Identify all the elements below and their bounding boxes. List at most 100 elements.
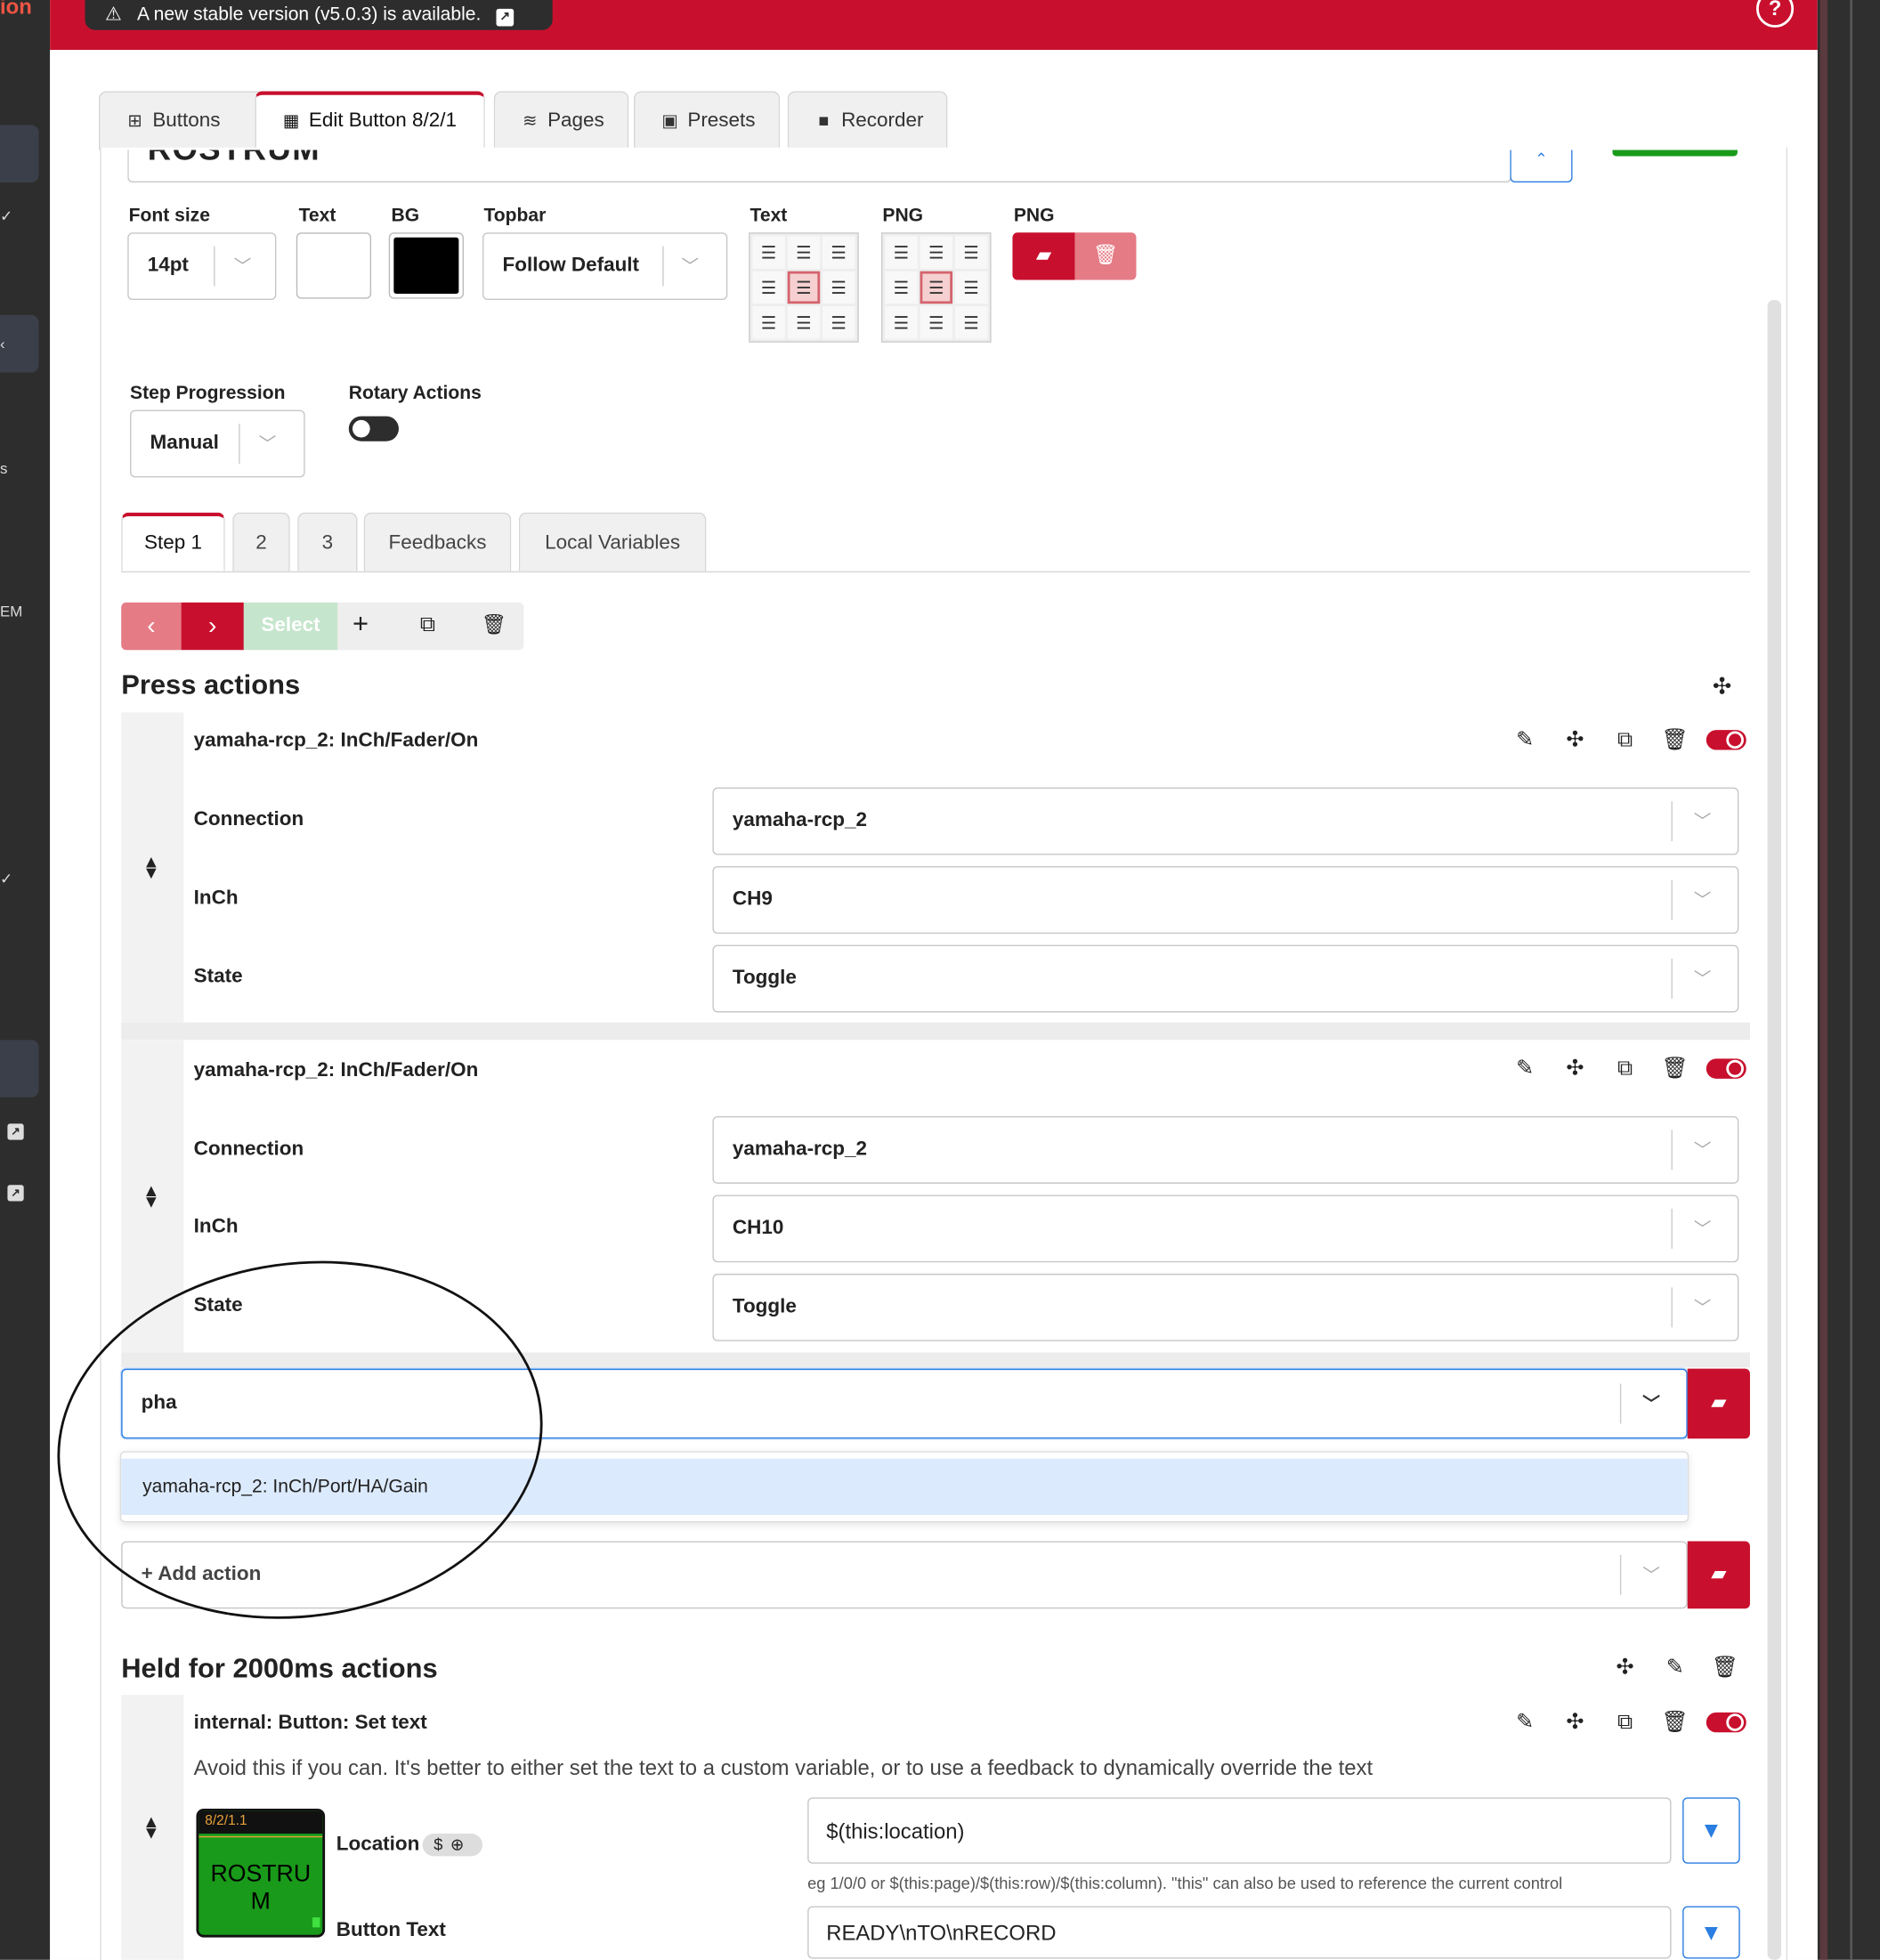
drag-handle[interactable]: ▲ ▼ [121, 1695, 184, 1960]
bg-color-swatch[interactable] [388, 232, 464, 299]
align-left-icon[interactable]: ☰ [885, 271, 918, 304]
action-enabled-toggle[interactable] [1706, 730, 1746, 750]
tab-recorder[interactable]: ■ Recorder [787, 91, 948, 150]
png-alignment-grid[interactable]: ☰ ☰ ☰ ☰ ☰ ☰ ☰ ☰ ☰ [880, 232, 992, 343]
pencil-icon[interactable]: ✎ [1500, 727, 1550, 752]
tab-pages[interactable]: ≋ Pages [493, 91, 629, 150]
tab-presets[interactable]: ▣ Presets [633, 91, 781, 150]
collapse-all-icon[interactable]: ✣ [1713, 674, 1731, 700]
align-center-icon[interactable]: ☰ [920, 306, 953, 339]
location-input[interactable]: $(this:location) [807, 1797, 1672, 1864]
align-right-icon[interactable]: ☰ [822, 236, 855, 269]
topbar-select[interactable]: Follow Default ﹀ [482, 232, 728, 301]
collapse-all-icon[interactable]: ✣ [1600, 1655, 1649, 1680]
step-tab-1[interactable]: Step 1 [121, 512, 225, 571]
next-step-button[interactable]: › [181, 602, 244, 651]
inch-select[interactable]: CH9 ﹀ [712, 866, 1739, 934]
align-center-icon[interactable]: ☰ [787, 306, 821, 339]
tab-label: Pages [547, 109, 604, 132]
duplicate-icon[interactable]: ⧉ [1600, 1057, 1649, 1081]
state-select[interactable]: Toggle ﹀ [712, 944, 1739, 1013]
align-right-icon[interactable]: ☰ [954, 271, 988, 304]
pencil-icon[interactable]: ✎ [1500, 1710, 1550, 1735]
sidebar-item[interactable] [0, 1040, 39, 1097]
png-open-button[interactable]: ▰ [1012, 232, 1075, 280]
tab-edit-button[interactable]: ▦ Edit Button 8/2/1 [255, 91, 485, 150]
align-center-icon[interactable]: ☰ [920, 271, 953, 304]
align-left-icon[interactable]: ☰ [752, 236, 785, 269]
drag-handle[interactable]: ▲ ▼ [121, 1040, 184, 1353]
external-link-icon[interactable]: ↗ [7, 1185, 24, 1202]
rotary-actions-toggle[interactable] [348, 416, 399, 441]
action-enabled-toggle[interactable] [1706, 1058, 1746, 1079]
suggestion-item[interactable]: yamaha-rcp_2: InCh/Port/HA/Gain [121, 1458, 1688, 1515]
align-right-icon[interactable]: ☰ [822, 306, 855, 339]
step-tab-2[interactable]: 2 [232, 512, 290, 571]
tab-divider [121, 571, 1750, 573]
connection-select[interactable]: yamaha-rcp_2 ﹀ [712, 1115, 1739, 1184]
align-left-icon[interactable]: ☰ [885, 306, 918, 339]
state-select[interactable]: Toggle ﹀ [712, 1273, 1739, 1341]
align-left-icon[interactable]: ☰ [885, 236, 918, 269]
sidebar-item[interactable] [0, 125, 39, 183]
sidebar-item[interactable] [0, 314, 39, 373]
update-notice[interactable]: ⚠ A new stable version (v5.0.3) is avail… [85, 0, 553, 30]
select-step-button[interactable]: Select [243, 602, 338, 651]
button-preview: 8/2/1.1 ROSTRU M [196, 1808, 326, 1938]
action-enabled-toggle[interactable] [1706, 1712, 1746, 1733]
collapse-icon[interactable]: ✣ [1550, 1710, 1600, 1735]
location-filter-button[interactable]: ▼ [1682, 1797, 1740, 1864]
add-step-icon[interactable]: + [352, 607, 369, 640]
align-center-icon[interactable]: ☰ [787, 271, 821, 304]
tab-buttons[interactable]: ⊞ Buttons [98, 91, 281, 150]
collapse-icon[interactable]: ✣ [1550, 1057, 1600, 1081]
action-search-input[interactable]: pha ﹀ [121, 1368, 1688, 1439]
duplicate-icon[interactable]: ⧉ [1600, 727, 1649, 752]
previous-step-button[interactable]: ‹ [121, 602, 182, 651]
trash-icon[interactable]: 🗑 [1650, 1710, 1700, 1735]
external-link-icon[interactable]: ↗ [7, 1123, 24, 1140]
align-right-icon[interactable]: ☰ [954, 236, 988, 269]
collapse-icon[interactable]: ✣ [1550, 727, 1600, 752]
external-link-icon[interactable]: ↗ [496, 8, 515, 27]
state-label: State [193, 966, 243, 988]
align-right-icon[interactable]: ☰ [822, 271, 855, 304]
variable-picker-button[interactable]: ⌃ [1510, 150, 1573, 183]
topbar-label: Topbar [483, 205, 547, 227]
button-text-input[interactable]: READY\nTO\nRECORD [807, 1906, 1672, 1959]
font-size-select[interactable]: 14pt ﹀ [127, 232, 277, 301]
text-color-swatch[interactable] [296, 232, 372, 299]
button-name-input[interactable]: ROSTRUM [127, 150, 1511, 183]
align-right-icon[interactable]: ☰ [954, 306, 988, 339]
text-align-label: Text [750, 205, 788, 227]
browse-actions-button[interactable]: ▰ [1687, 1541, 1750, 1609]
tab-local-variables[interactable]: Local Variables [518, 512, 707, 571]
align-left-icon[interactable]: ☰ [752, 306, 785, 339]
duplicate-icon[interactable]: ⧉ [1600, 1710, 1649, 1735]
calculator-icon: ▦ [282, 109, 300, 131]
align-center-icon[interactable]: ☰ [787, 236, 821, 269]
step-progression-value: Manual [150, 432, 219, 454]
button-text-filter-button[interactable]: ▼ [1682, 1906, 1740, 1959]
step-tab-3[interactable]: 3 [297, 512, 358, 571]
inch-select[interactable]: CH10 ﹀ [712, 1195, 1739, 1263]
text-alignment-grid[interactable]: ☰ ☰ ☰ ☰ ☰ ☰ ☰ ☰ ☰ [749, 232, 859, 343]
add-action-select[interactable]: + Add action ﹀ [121, 1541, 1688, 1609]
scrollbar[interactable] [1767, 300, 1782, 1960]
trash-icon[interactable]: 🗑 [1650, 727, 1700, 752]
pencil-icon[interactable]: ✎ [1650, 1655, 1700, 1680]
tab-feedbacks[interactable]: Feedbacks [363, 512, 512, 571]
connection-select[interactable]: yamaha-rcp_2 ﹀ [712, 787, 1739, 855]
trash-icon[interactable]: 🗑 [1700, 1655, 1750, 1680]
trash-icon[interactable]: 🗑 [1650, 1057, 1700, 1081]
chevron-down-icon: ﹀ [1693, 1139, 1712, 1161]
png-delete-button[interactable]: 🗑 [1074, 232, 1137, 280]
pencil-icon[interactable]: ✎ [1500, 1057, 1550, 1081]
duplicate-icon[interactable]: ⧉ [420, 612, 435, 637]
browse-actions-button[interactable]: ▰ [1687, 1368, 1750, 1439]
drag-handle[interactable]: ▲ ▼ [121, 712, 184, 1023]
step-progression-select[interactable]: Manual ﹀ [130, 409, 305, 478]
align-left-icon[interactable]: ☰ [752, 271, 785, 304]
align-center-icon[interactable]: ☰ [920, 236, 953, 269]
trash-icon[interactable]: 🗑 [482, 612, 507, 637]
